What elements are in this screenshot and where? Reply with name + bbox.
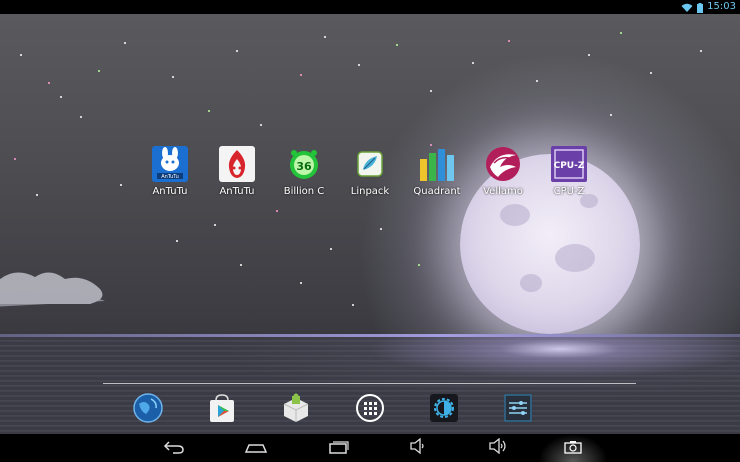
navigation-bar [0, 434, 740, 462]
browser-globe-icon [132, 392, 164, 428]
vellamo-icon [484, 145, 522, 183]
cpu-z-icon: CPU-Z [550, 145, 588, 183]
dock-all-apps[interactable] [352, 392, 388, 428]
back-button[interactable] [160, 438, 188, 458]
all-apps-icon [354, 392, 386, 428]
status-indicators: 15:03 [681, 0, 736, 14]
svg-text:36: 36 [296, 160, 312, 173]
dock-installer[interactable] [278, 392, 314, 428]
app-antutu-2[interactable]: AnTuTu [202, 145, 272, 197]
antutu-flame-icon [218, 145, 256, 183]
svg-text:AnTuTu: AnTuTu [161, 174, 179, 180]
dock-divider [103, 383, 636, 384]
linpack-icon [351, 145, 389, 183]
installer-box-icon [280, 392, 312, 428]
app-quadrant[interactable]: Quadrant [402, 145, 472, 197]
app-label: AnTuTu [219, 186, 255, 197]
status-bar: 15:03 [0, 0, 740, 14]
wifi-icon [681, 0, 693, 17]
play-store-icon [206, 392, 238, 428]
app-label: Billion C [283, 186, 325, 197]
billion-counter-icon: 36 [285, 145, 323, 183]
dock-settings[interactable] [500, 392, 536, 428]
brightness-icon [428, 392, 460, 428]
dock-brightness[interactable] [426, 392, 462, 428]
home-app-icons: AnTuTu AnTuTu AnTuTu 36 Billion C Linpac… [0, 145, 740, 205]
app-vellamo[interactable]: Vellamo [468, 145, 538, 197]
svg-text:CPU-Z: CPU-Z [554, 161, 585, 171]
app-label: AnTuTu [152, 186, 188, 197]
cloud [0, 272, 105, 307]
volume-down-icon [409, 437, 427, 458]
app-linpack[interactable]: Linpack [335, 145, 405, 197]
home-button[interactable] [242, 438, 270, 458]
screenshot-button[interactable] [559, 438, 587, 458]
app-label: CPU-Z [553, 186, 585, 197]
dock-play-store[interactable] [204, 392, 240, 428]
back-icon [163, 439, 185, 458]
volume-down-button[interactable] [404, 437, 432, 458]
app-billion-c[interactable]: 36 Billion C [269, 145, 339, 197]
app-label: Vellamo [483, 186, 523, 197]
recent-apps-button[interactable] [325, 438, 353, 458]
quadrant-bars-icon [418, 145, 456, 183]
app-cpu-z[interactable]: CPU-Z CPU-Z [534, 145, 604, 197]
volume-up-button[interactable] [484, 437, 512, 458]
wallpaper [0, 14, 740, 434]
antutu-bunny-icon: AnTuTu [151, 145, 189, 183]
app-label: Quadrant [413, 186, 461, 197]
app-antutu-1[interactable]: AnTuTu AnTuTu [135, 145, 205, 197]
screenshot-camera-icon [563, 439, 583, 458]
dock [0, 392, 740, 430]
volume-up-icon [488, 437, 508, 458]
horizon [0, 334, 740, 337]
home-icon [244, 439, 268, 458]
clock: 15:03 [707, 1, 736, 12]
settings-sliders-icon [502, 392, 534, 428]
recent-apps-icon [328, 439, 350, 458]
battery-icon [697, 0, 704, 17]
android-home-screen: 15:03 AnTuTu AnTuTu AnTuTu 36 Billion C … [0, 0, 740, 462]
dock-browser[interactable] [130, 392, 166, 428]
app-label: Linpack [350, 186, 390, 197]
